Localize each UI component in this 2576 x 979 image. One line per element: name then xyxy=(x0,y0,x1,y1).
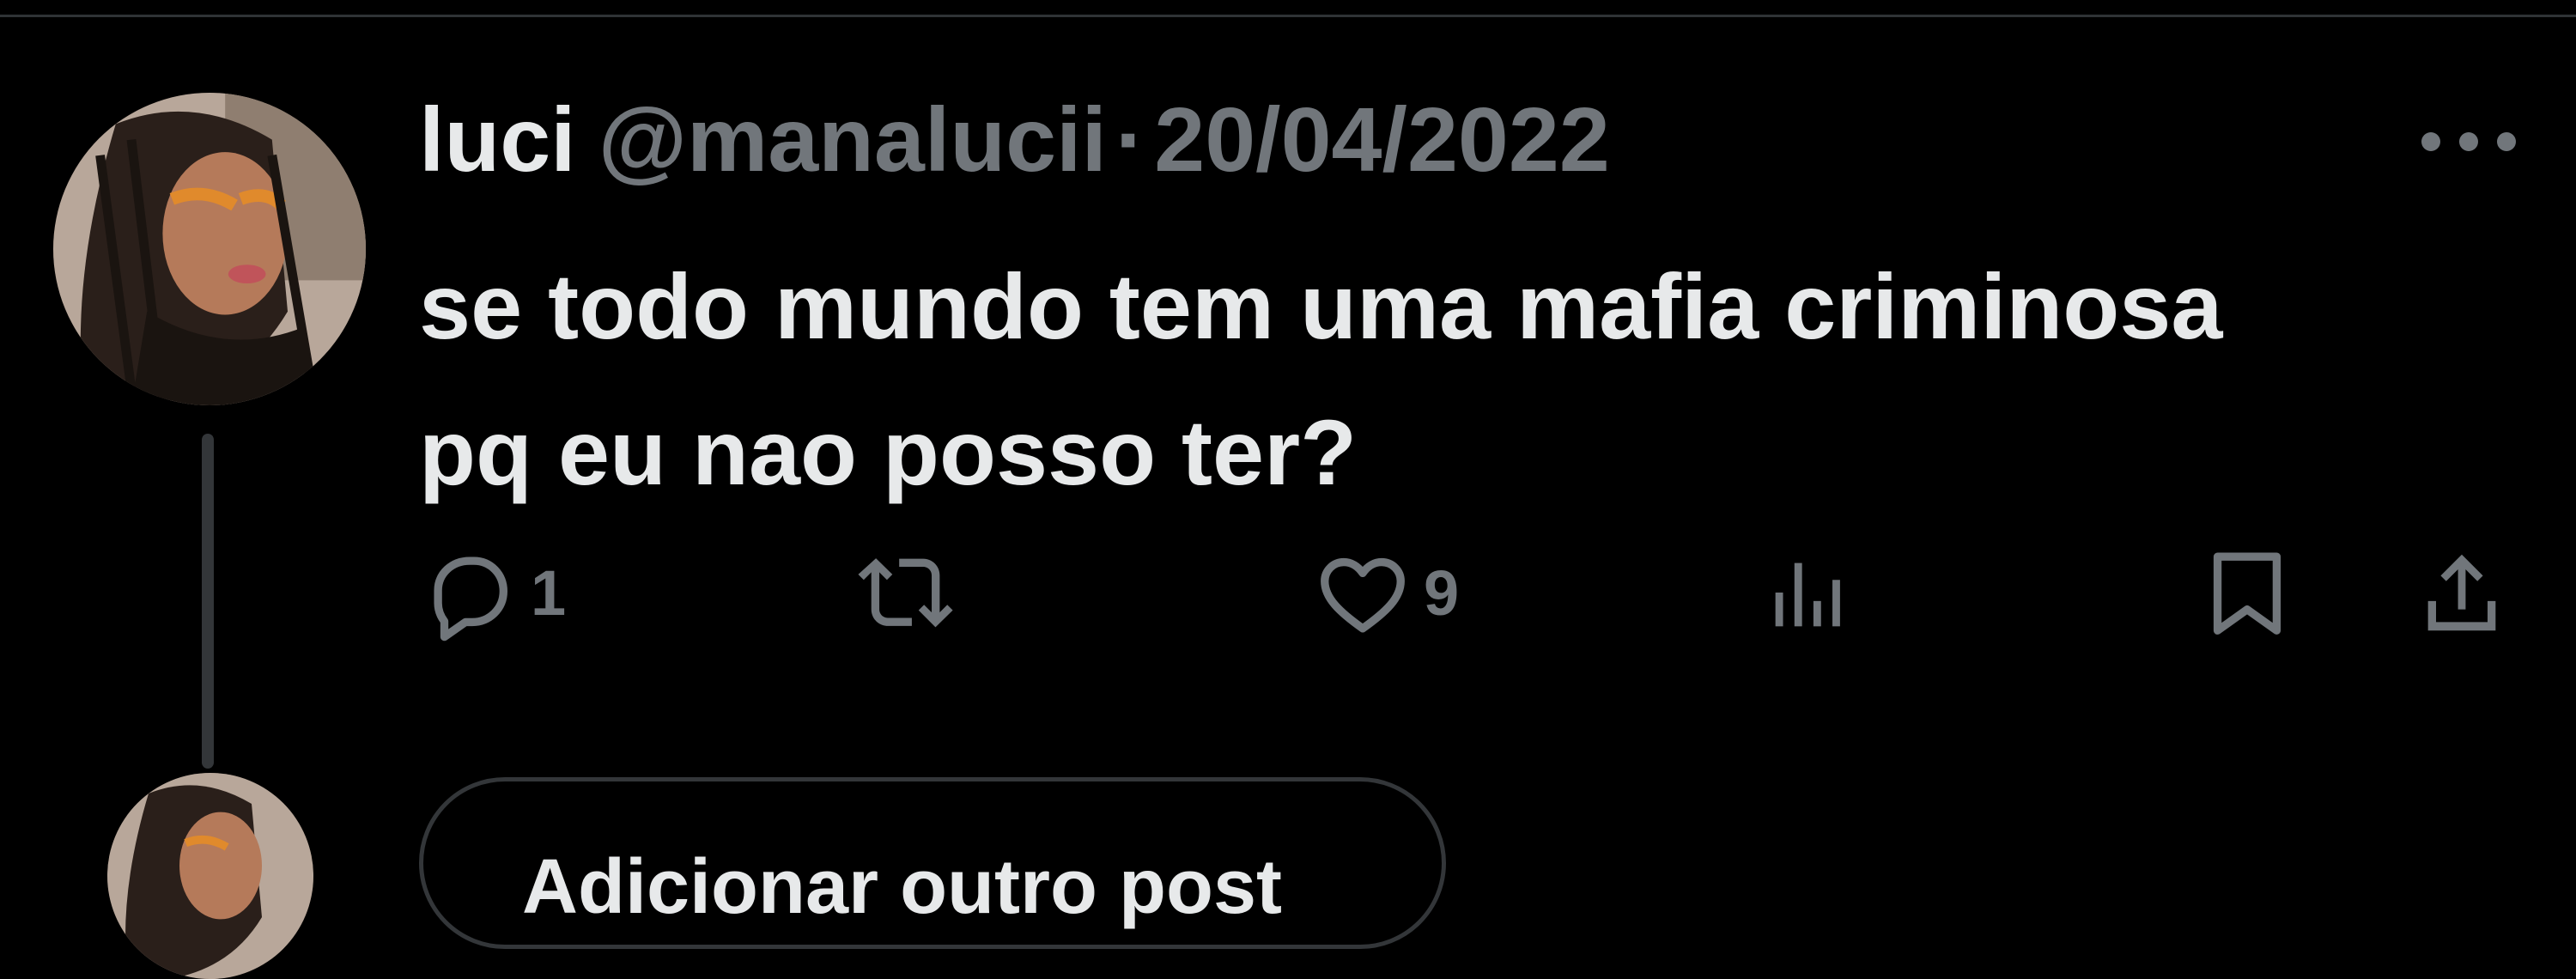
top-divider xyxy=(0,0,2576,17)
reply-count: 1 xyxy=(531,556,567,629)
add-post-label: Adicionar outro post xyxy=(522,844,1282,930)
reply-bubble-icon xyxy=(434,556,508,642)
reply-composer-avatar xyxy=(107,773,313,979)
retweet-icon xyxy=(858,558,953,628)
user-handle[interactable]: @manalucii xyxy=(598,84,1107,196)
more-horizontal-icon[interactable] xyxy=(2421,120,2516,163)
tweet-text-line: pq eu nao posso ter? xyxy=(419,400,1358,504)
tweet-text: se todo mundo tem uma mafia criminosa pq… xyxy=(419,234,2531,526)
tweet-header: luci @manalucii · 20/04/2022 xyxy=(419,84,1610,196)
thread-connector-line xyxy=(202,434,214,769)
share-button[interactable] xyxy=(2411,541,2512,644)
heart-icon xyxy=(1321,557,1405,633)
tweet-date[interactable]: 20/04/2022 xyxy=(1154,84,1610,196)
add-post-button[interactable]: Adicionar outro post xyxy=(419,777,1446,949)
header-separator: · xyxy=(1115,89,1146,191)
tweet-text-line: se todo mundo tem uma mafia criminosa xyxy=(419,254,2223,358)
views-bars-icon xyxy=(1775,562,1840,627)
bookmark-button[interactable] xyxy=(2196,541,2298,644)
like-button[interactable]: 9 xyxy=(1312,541,1459,644)
like-count: 9 xyxy=(1424,556,1460,629)
bookmark-icon xyxy=(2213,552,2281,635)
views-button[interactable] xyxy=(1759,541,1860,644)
avatar[interactable] xyxy=(53,93,366,405)
reply-button[interactable]: 1 xyxy=(419,541,566,644)
share-icon xyxy=(2427,554,2496,631)
tweet-actions-bar: 1 9 xyxy=(419,541,2531,644)
display-name[interactable]: luci xyxy=(419,84,576,196)
avatar-photo xyxy=(53,93,366,405)
avatar-photo-small xyxy=(107,773,313,979)
retweet-button[interactable] xyxy=(857,541,958,644)
